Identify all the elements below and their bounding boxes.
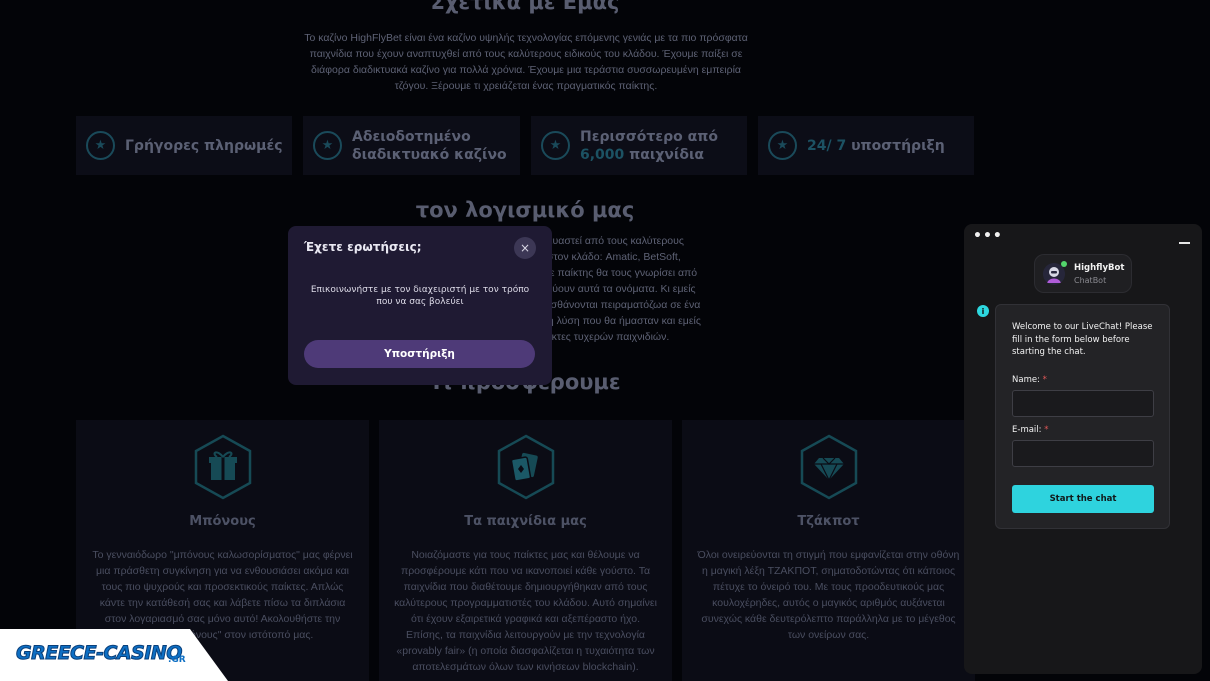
card-title: Μπόνους	[189, 514, 256, 529]
minimize-icon[interactable]	[1179, 242, 1190, 244]
online-status-dot	[1061, 261, 1067, 267]
software-line: ατασκευαστεί από τους καλύτερους	[520, 235, 684, 247]
diamond-icon	[800, 434, 858, 500]
name-label: Name: *	[1012, 375, 1047, 385]
prechat-form: Welcome to our LiveChat! Please fill in …	[995, 304, 1170, 529]
feature-label: Περισσότερο από 6,000 παιχνίδια	[580, 128, 718, 164]
feature-fast-payments: ★ Γρήγορες πληρωμές	[76, 116, 292, 175]
card-jackpot: Τζάκποτ Όλοι ονειρεύονται τη στιγμή που …	[682, 420, 975, 681]
card-text: Όλοι ονειρεύονται τη στιγμή που εμφανίζε…	[697, 549, 960, 641]
card-games: Τα παιχνίδια μας Νοιαζόμαστε για τους πα…	[379, 420, 672, 681]
feature-accent: 24/ 7	[807, 137, 847, 154]
required-mark: *	[1042, 375, 1047, 385]
card-title: Τζάκποτ	[797, 514, 860, 529]
more-options-icon[interactable]: •••	[973, 228, 1003, 244]
logo-text: GREECE-CASINO	[16, 642, 183, 665]
cards-icon	[497, 434, 555, 500]
feature-rest: παιχνίδια	[624, 146, 705, 163]
casino-page: Σχετικά με Εμάς Το καζίνο HighFlyBet είν…	[0, 0, 1210, 681]
software-line: s. Κάθε παίκτης θα τους γνωρίσει από	[520, 267, 698, 279]
feature-line: διαδικτυακό καζίνο	[352, 146, 507, 163]
modal-text: Επικοινωνήστε με τον διαχειριστή με τον …	[310, 285, 530, 307]
name-label-text: Name:	[1012, 375, 1040, 385]
welcome-message: Welcome to our LiveChat! Please fill in …	[1012, 322, 1153, 357]
about-title: Σχετικά με Εμάς	[430, 0, 620, 14]
feature-rest: υποστήριξη	[846, 137, 945, 154]
required-mark: *	[1044, 425, 1049, 435]
about-text: Το καζίνο HighFlyBet είναι ένα καζίνο υψ…	[304, 32, 748, 92]
feature-games: ★ Περισσότερο από 6,000 παιχνίδια	[531, 116, 747, 175]
star-icon: ★	[313, 131, 342, 160]
feature-label: Αδειοδοτημένο διαδικτυακό καζίνο	[352, 128, 507, 164]
start-chat-button[interactable]: Start the chat	[1012, 485, 1154, 513]
bot-header: HighflyBot ChatBot	[1034, 254, 1132, 293]
system-message-icon: i	[977, 305, 989, 317]
feature-label: Γρήγορες πληρωμές	[125, 137, 283, 154]
email-label: E-mail: *	[1012, 425, 1048, 435]
software-line: αζίνο στον κλάδο: Amatic, BetSoft,	[520, 251, 681, 263]
support-button[interactable]: Υποστήριξη	[304, 340, 535, 368]
logo-suffix: .GR	[168, 655, 186, 665]
close-icon[interactable]: ×	[514, 237, 536, 259]
support-modal: Έχετε ερωτήσεις; × Επικοινωνήστε με τον …	[288, 226, 552, 385]
software-text: ατασκευαστεί από τους καλύτερους αζίνο σ…	[520, 233, 760, 345]
feature-line: Περισσότερο από	[580, 128, 718, 145]
card-title: Τα παιχνίδια μας	[464, 514, 587, 529]
feature-line: 6,000 παιχνίδια	[580, 146, 718, 164]
name-field[interactable]	[1012, 390, 1154, 417]
software-title: τον λογισμικό μας	[415, 198, 635, 222]
card-text: Νοιαζόμαστε για τους παίκτες μας και θέλ…	[394, 549, 657, 673]
feature-licensed: ★ Αδειοδοτημένο διαδικτυακό καζίνο	[303, 116, 520, 175]
email-label-text: E-mail:	[1012, 425, 1042, 435]
software-line: ς να αισθάνονται πειραματόζωα σε ένα	[520, 299, 701, 311]
gift-icon	[194, 434, 252, 500]
bot-role: ChatBot	[1074, 276, 1107, 285]
feature-accent: 6,000	[580, 146, 625, 163]
software-line: οσωπεύουν αυτά τα ονόματα. Κι εμείς	[520, 283, 696, 295]
bot-name: HighflyBot	[1074, 263, 1125, 273]
star-icon: ★	[768, 131, 797, 160]
feature-label: 24/ 7 υποστήριξη	[807, 137, 945, 155]
software-line: λύτιστη λύση που θα ήμασταν και εμείς	[520, 315, 701, 327]
feature-support: ★ 24/ 7 υποστήριξη	[758, 116, 974, 175]
star-icon: ★	[86, 131, 115, 160]
star-icon: ★	[541, 131, 570, 160]
software-line: ως παίκτες τυχερών παιχνιδιών.	[520, 331, 670, 343]
email-field[interactable]	[1012, 440, 1154, 467]
feature-line: Αδειοδοτημένο	[352, 128, 471, 145]
livechat-widget: ••• HighflyBot ChatBot i Welcome to our …	[964, 224, 1202, 674]
modal-title: Έχετε ερωτήσεις;	[304, 240, 422, 254]
